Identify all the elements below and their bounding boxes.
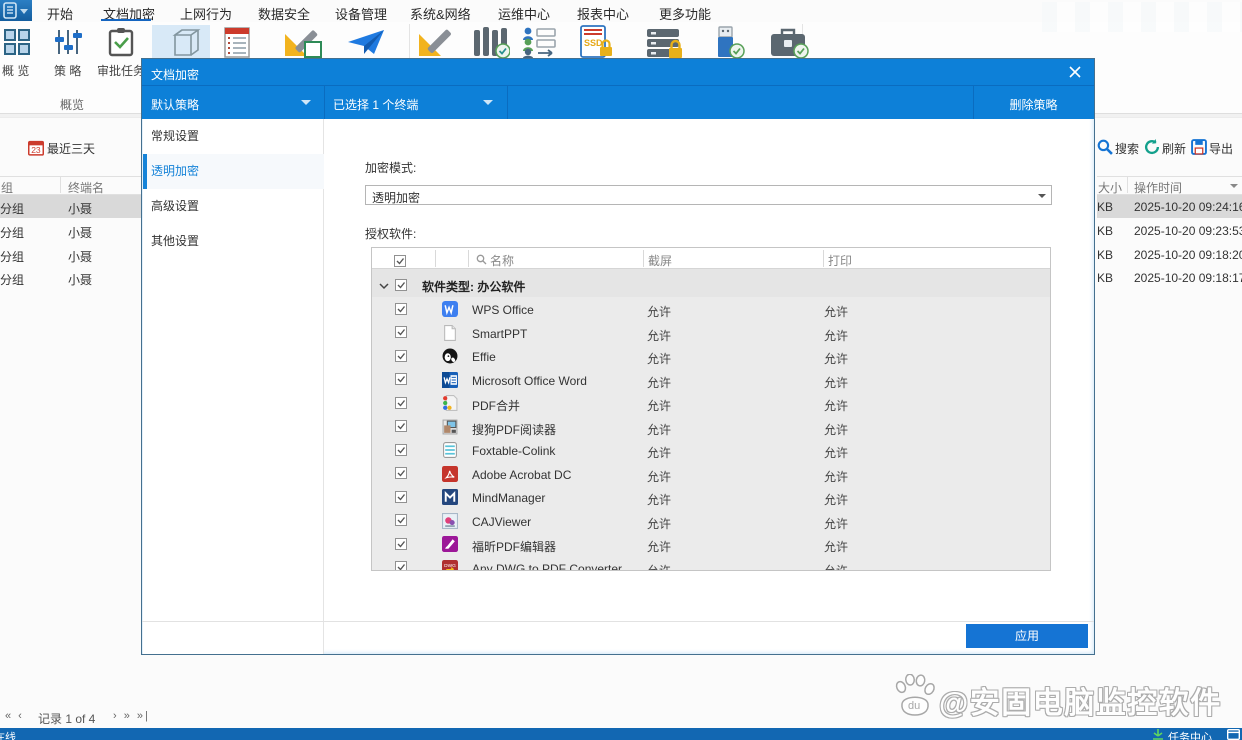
svg-text:23: 23 <box>31 145 41 155</box>
svg-text:SSD: SSD <box>584 38 603 48</box>
svg-text:DWG: DWG <box>444 562 456 568</box>
svg-text:du: du <box>908 700 920 712</box>
